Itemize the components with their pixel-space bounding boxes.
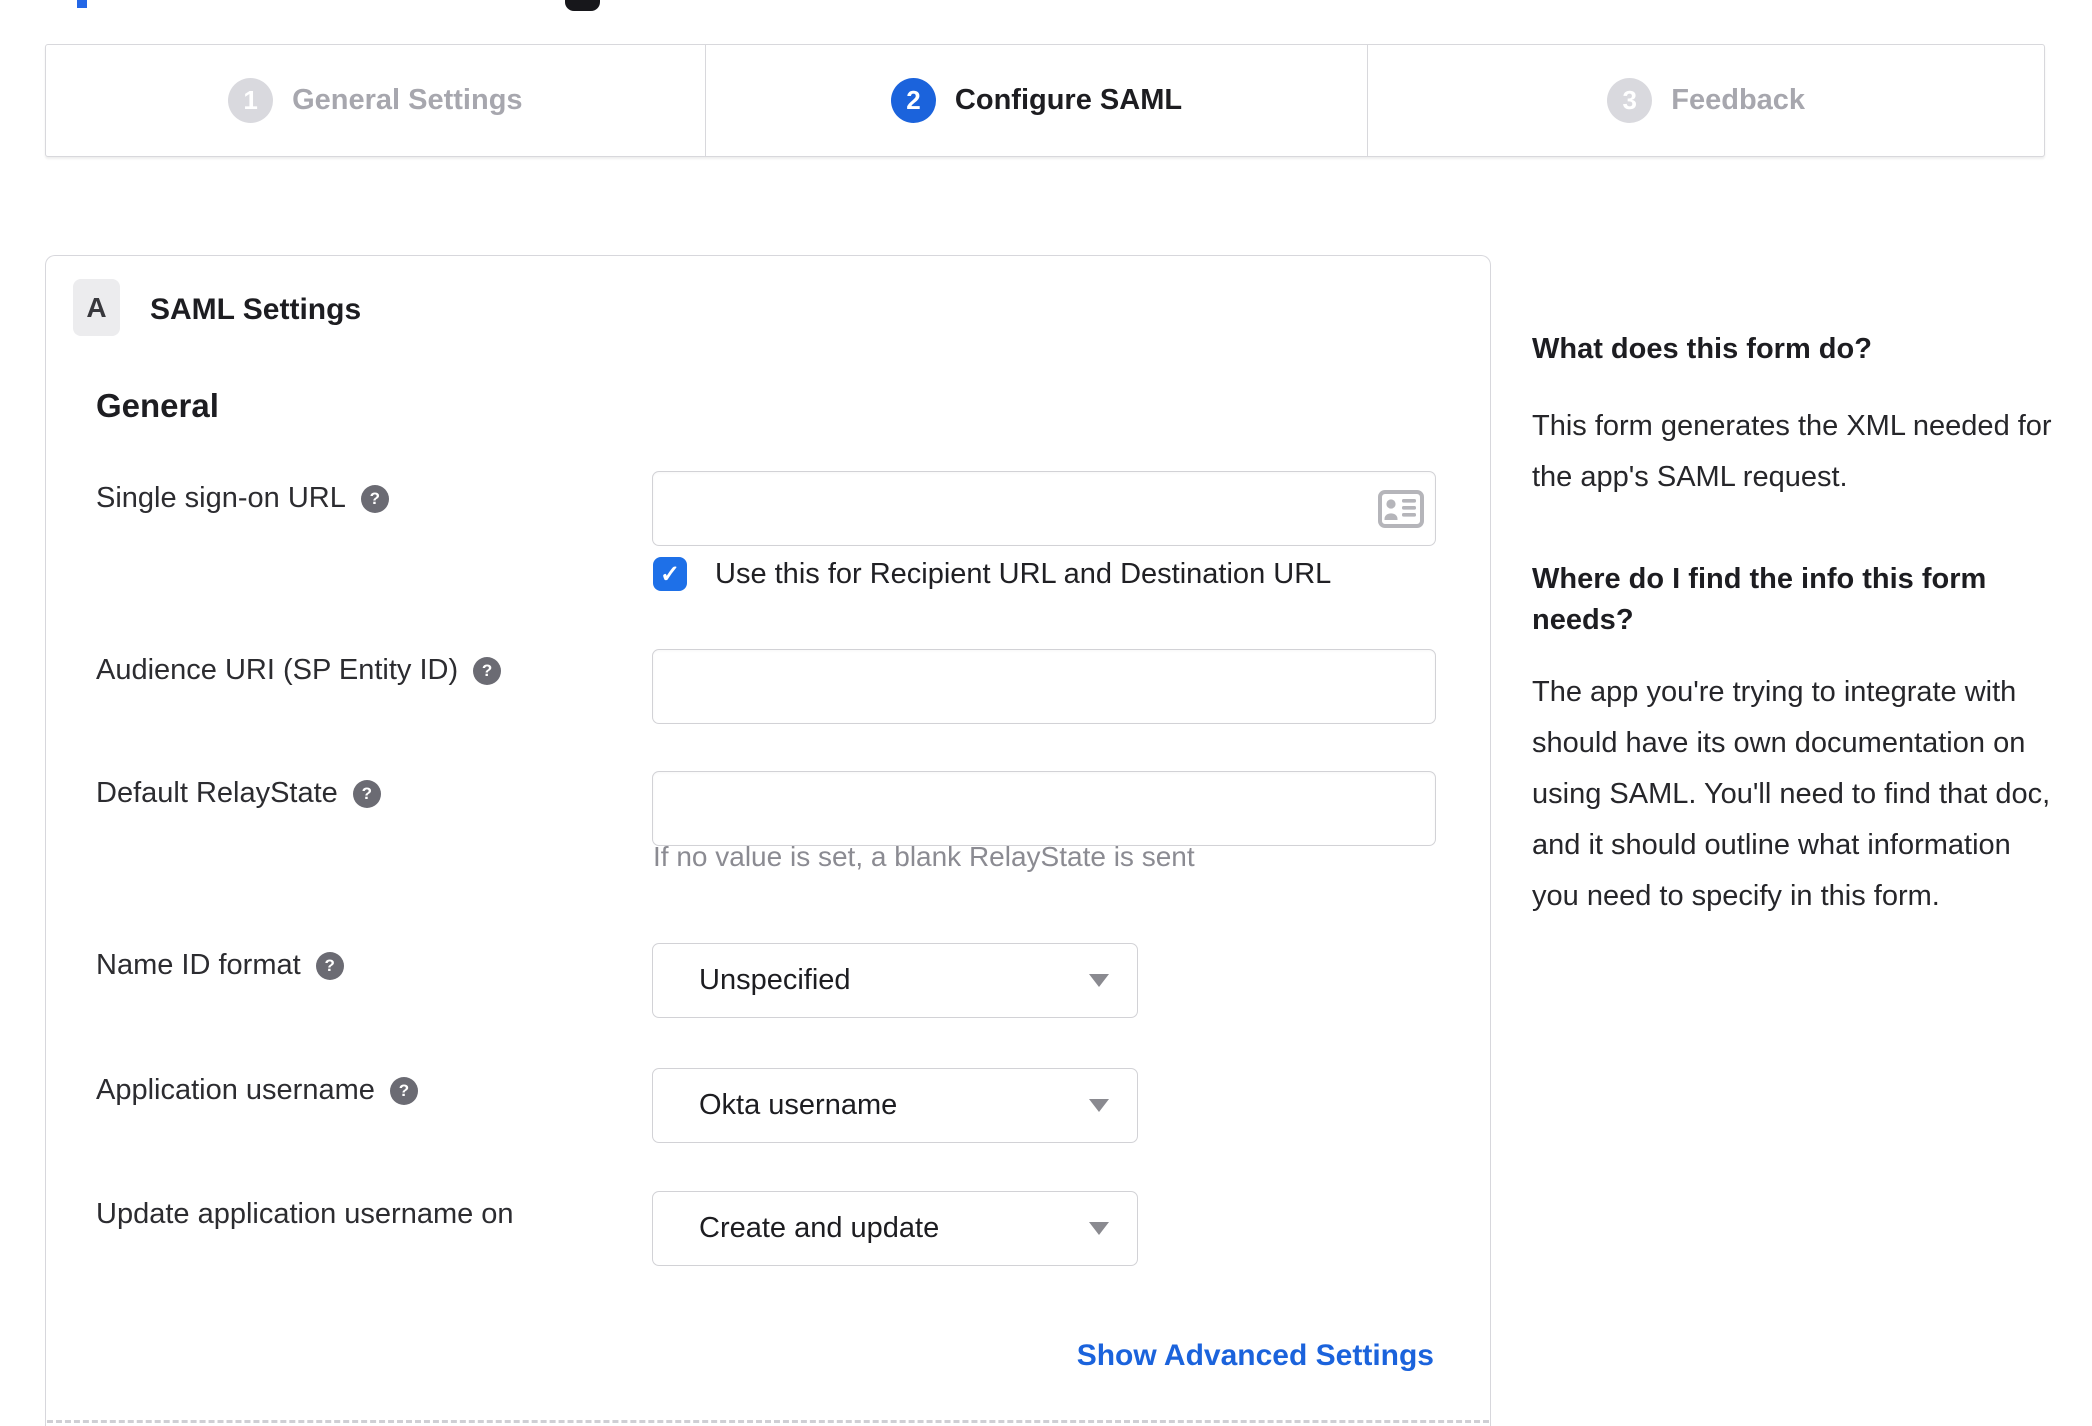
section-a-badge: A: [73, 279, 120, 336]
audience-uri-input[interactable]: [652, 649, 1436, 724]
help-icon[interactable]: ?: [352, 779, 381, 808]
step-general-settings[interactable]: 1 General Settings: [46, 45, 705, 156]
relaystate-label-row: Default RelayState ?: [96, 777, 381, 810]
help-icon[interactable]: ?: [473, 656, 502, 685]
chevron-down-icon: [1089, 1222, 1109, 1235]
sso-url-label-row: Single sign-on URL ?: [96, 482, 389, 515]
app-username-label-row: Application username ?: [96, 1074, 418, 1107]
saml-settings-panel: A SAML Settings General Single sign-on U…: [45, 255, 1491, 1426]
wizard-stepper: 1 General Settings 2 Configure SAML 3 Fe…: [45, 44, 2045, 157]
show-advanced-settings-link[interactable]: Show Advanced Settings: [1077, 1339, 1434, 1373]
update-username-label: Update application username on: [96, 1198, 514, 1230]
general-section-title: General: [96, 387, 219, 424]
name-id-format-label-row: Name ID format ?: [96, 949, 344, 982]
sso-url-input-wrap: [652, 471, 1436, 546]
sso-url-label: Single sign-on URL: [96, 482, 346, 514]
sidebar-question-2-body: The app you're trying to integrate with …: [1532, 676, 2051, 912]
sidebar-question-1-body: This form generates the XML needed for t…: [1532, 410, 2052, 493]
app-username-value: Okta username: [699, 1089, 898, 1121]
step-3-circle: 3: [1607, 78, 1653, 123]
audience-uri-label: Audience URI (SP Entity ID): [96, 654, 459, 686]
sso-url-input[interactable]: [652, 471, 1436, 546]
help-icon[interactable]: ?: [315, 951, 344, 980]
sidebar-question-2-title: Where do I find the info this form needs…: [1532, 563, 1987, 636]
step-configure-saml[interactable]: 2 Configure SAML: [704, 45, 1368, 156]
panel-title: SAML Settings: [150, 293, 362, 326]
cutoff-black-artifact: [565, 0, 600, 11]
relaystate-hint: If no value is set, a blank RelayState i…: [653, 841, 1195, 872]
update-username-value: Create and update: [699, 1212, 940, 1244]
recipient-checkbox-row: ✓ Use this for Recipient URL and Destina…: [653, 557, 1331, 591]
name-id-format-value: Unspecified: [699, 964, 851, 996]
app-username-label: Application username: [96, 1074, 375, 1106]
step-1-label: General Settings: [292, 84, 523, 116]
step-1-circle: 1: [228, 78, 274, 123]
configure-saml-page: 1 General Settings 2 Configure SAML 3 Fe…: [0, 0, 2092, 1426]
help-sidebar: What does this form do? This form genera…: [1532, 329, 2064, 922]
recipient-checkbox[interactable]: ✓: [653, 557, 687, 591]
step-2-circle: 2: [890, 78, 936, 123]
step-2-label: Configure SAML: [954, 84, 1183, 116]
update-username-select[interactable]: Create and update: [652, 1191, 1138, 1266]
cutoff-blue-artifact: [77, 0, 87, 8]
name-id-format-label: Name ID format: [96, 949, 301, 981]
step-feedback[interactable]: 3 Feedback: [1367, 45, 2044, 156]
step-3-label: Feedback: [1671, 84, 1806, 116]
chevron-down-icon: [1089, 974, 1109, 987]
chevron-down-icon: [1089, 1099, 1109, 1112]
help-icon[interactable]: ?: [360, 484, 389, 513]
app-username-select[interactable]: Okta username: [652, 1068, 1138, 1143]
update-username-label-row: Update application username on: [96, 1198, 514, 1231]
relaystate-input[interactable]: [652, 771, 1436, 846]
recipient-checkbox-label: Use this for Recipient URL and Destinati…: [715, 557, 1332, 590]
sidebar-question-1-title: What does this form do?: [1532, 333, 1872, 365]
section-dashed-divider: [47, 1420, 1489, 1423]
name-id-format-select[interactable]: Unspecified: [652, 943, 1138, 1018]
audience-uri-label-row: Audience URI (SP Entity ID) ?: [96, 654, 502, 687]
relaystate-label: Default RelayState: [96, 777, 338, 809]
help-icon[interactable]: ?: [389, 1076, 418, 1105]
